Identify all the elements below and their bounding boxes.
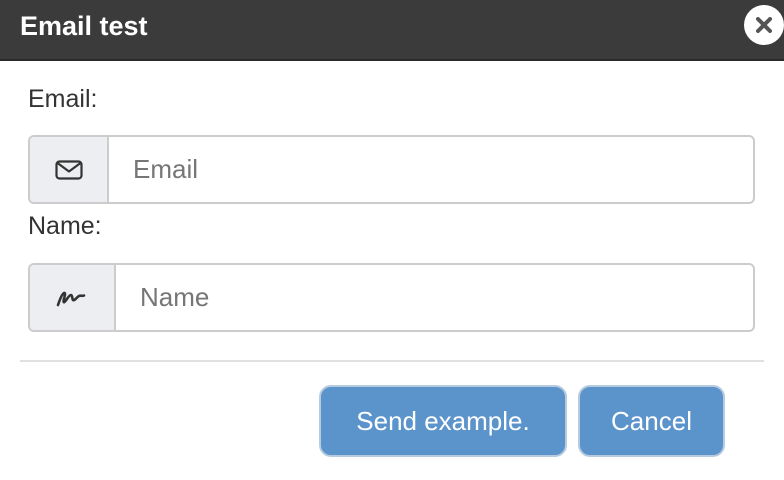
send-example-button[interactable]: Send example. [319, 385, 567, 457]
close-button[interactable] [744, 5, 784, 45]
dialog-titlebar: Email test [0, 0, 784, 61]
envelope-icon [54, 159, 83, 180]
email-label: Email: [28, 85, 98, 113]
name-label: Name: [28, 212, 102, 240]
name-addon [30, 265, 116, 330]
email-addon [30, 137, 109, 202]
footer-divider [20, 360, 764, 362]
name-input[interactable] [116, 265, 753, 330]
dialog-title: Email test [20, 11, 148, 41]
close-icon [756, 17, 772, 33]
email-input-group [28, 135, 755, 204]
cancel-button[interactable]: Cancel [578, 385, 725, 457]
email-test-dialog: Email test Email: Name: Send example. Ca… [0, 0, 784, 480]
email-input[interactable] [109, 137, 753, 202]
name-input-group [28, 263, 755, 332]
signature-icon [56, 291, 86, 306]
